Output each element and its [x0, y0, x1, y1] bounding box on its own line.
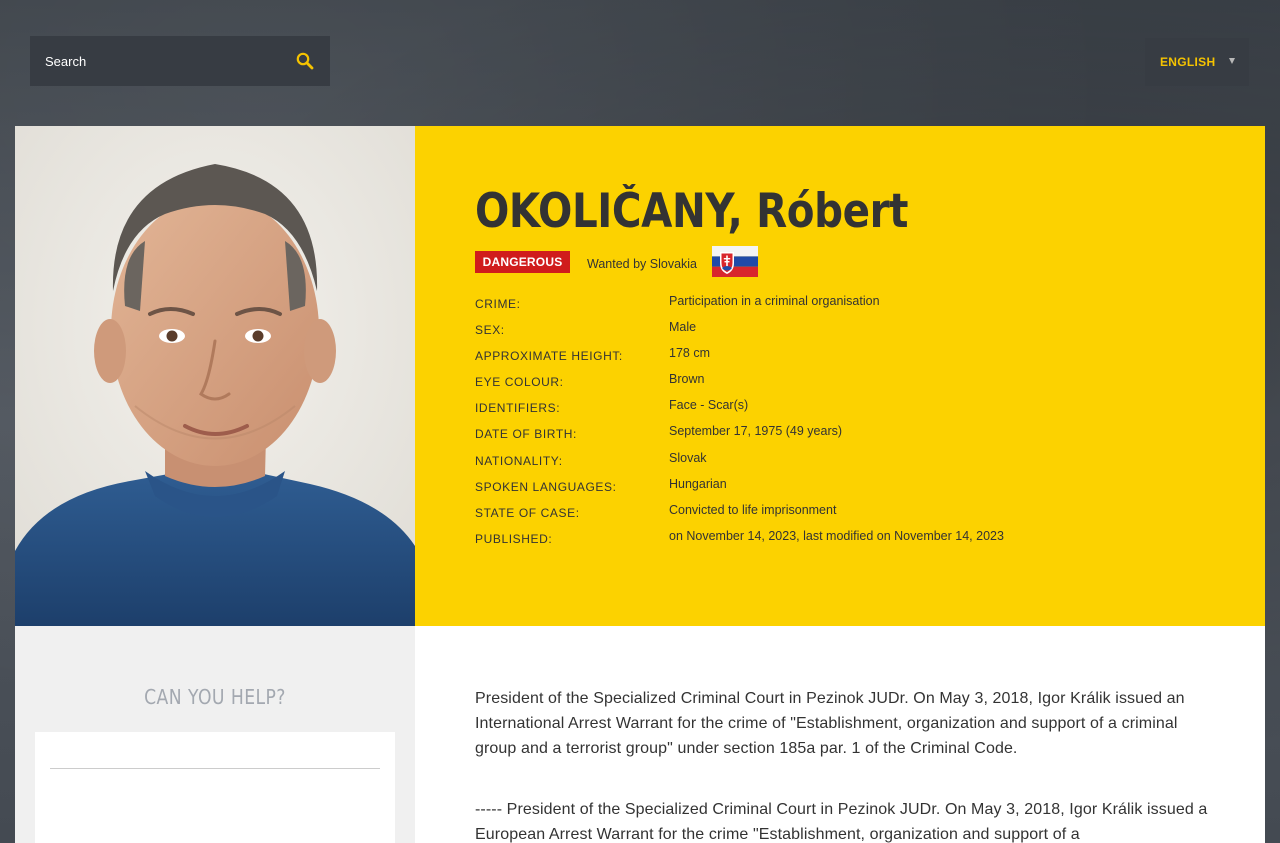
detail-row-eye-colour: Eye colour: Brown	[475, 372, 1235, 398]
detail-value: Male	[669, 320, 697, 335]
suspect-photo	[15, 126, 415, 626]
language-select[interactable]: ENGLISH	[1145, 38, 1249, 86]
person-name: OKOLIČANY, Róbert	[475, 184, 908, 239]
detail-row-state-of-case: State of case: Convicted to life impriso…	[475, 503, 1235, 529]
search-input[interactable]	[30, 36, 290, 86]
detail-label: Sex:	[475, 323, 505, 338]
divider	[50, 768, 380, 769]
dangerous-badge: DANGEROUS	[475, 251, 570, 273]
detail-row-height: Approximate height: 178 cm	[475, 346, 1235, 372]
detail-value: Convicted to life imprisonment	[669, 502, 837, 517]
can-you-help-title: CAN YOU HELP?	[144, 685, 286, 709]
detail-value: Slovak	[669, 450, 707, 465]
detail-row-identifiers: Identifiers: Face - Scar(s)	[475, 398, 1235, 424]
detail-label: Eye colour:	[475, 375, 564, 390]
detail-label: Date of birth:	[475, 427, 577, 442]
detail-value: September 17, 1975 (49 years)	[669, 424, 843, 439]
detail-value: Brown	[669, 372, 705, 387]
help-form-card	[35, 732, 395, 843]
case-description: President of the Specialized Criminal Co…	[415, 626, 1265, 843]
portrait-image	[15, 126, 415, 626]
top-bar: ENGLISH	[0, 0, 1280, 126]
detail-value: on November 14, 2023, last modified on N…	[669, 528, 1004, 543]
chevron-down-icon	[1229, 58, 1235, 64]
detail-value: Participation in a criminal organisation	[669, 294, 880, 308]
description-paragraph: ----- President of the Specialized Crimi…	[475, 801, 1208, 843]
slovakia-flag-icon	[712, 246, 758, 277]
search-box	[30, 36, 330, 86]
can-you-help-panel: CAN YOU HELP?	[15, 626, 415, 843]
detail-row-date-of-birth: Date of birth: September 17, 1975 (49 ye…	[475, 424, 1235, 450]
detail-row-sex: Sex: Male	[475, 320, 1235, 346]
search-button[interactable]	[292, 48, 318, 74]
detail-value: Hungarian	[669, 476, 727, 491]
detail-label: Identifiers:	[475, 401, 561, 416]
wanted-by-text: Wanted by Slovakia	[587, 257, 698, 271]
detail-row-published: Published: on November 14, 2023, last mo…	[475, 529, 1235, 555]
detail-label: Nationality:	[475, 453, 563, 468]
detail-value: 178 cm	[669, 346, 710, 361]
detail-label: Spoken languages:	[475, 479, 617, 494]
detail-value: Face - Scar(s)	[669, 398, 749, 413]
detail-row-crime: Crime: Participation in a criminal organ…	[475, 294, 1235, 320]
wanted-info-panel: OKOLIČANY, Róbert DANGEROUS Wanted by Sl…	[415, 126, 1265, 626]
detail-row-spoken-languages: Spoken languages: Hungarian	[475, 477, 1235, 503]
detail-row-nationality: Nationality: Slovak	[475, 451, 1235, 477]
detail-label: Crime:	[475, 297, 521, 311]
details-list: Crime: Participation in a criminal organ…	[475, 294, 1235, 555]
detail-label: State of case:	[475, 505, 580, 520]
search-icon	[296, 52, 314, 70]
language-selected-label: ENGLISH	[1160, 55, 1216, 69]
detail-label: Approximate height:	[475, 349, 623, 364]
detail-label: Published:	[475, 531, 553, 546]
description-paragraph: President of the Specialized Criminal Co…	[475, 690, 1185, 757]
